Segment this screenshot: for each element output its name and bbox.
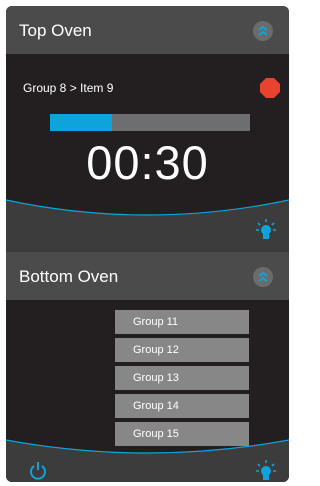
group-item[interactable]: Group 13 (115, 366, 249, 390)
top-oven-collapse-button[interactable] (253, 21, 273, 41)
cook-progress-bar (50, 114, 250, 131)
oven-control-frame: Top Oven Group 8 > Item 9 00:30 Bottom O… (6, 6, 289, 482)
bottom-oven-divider-curve (6, 439, 289, 458)
group-item[interactable]: Group 12 (115, 338, 249, 362)
top-oven-footer (6, 216, 289, 252)
chevron-double-up-icon (258, 271, 268, 282)
recipe-breadcrumb: Group 8 > Item 9 (23, 81, 114, 95)
cook-timer: 00:30 (86, 136, 209, 189)
group-list: Group 11 Group 12 Group 13 Group 14 Grou… (115, 310, 249, 450)
bottom-oven-header[interactable]: Bottom Oven (6, 252, 289, 300)
group-item[interactable]: Group 14 (115, 394, 249, 418)
light-bulb-icon[interactable] (256, 219, 276, 241)
light-bulb-icon[interactable] (256, 460, 276, 482)
bottom-oven-footer (6, 456, 289, 482)
bottom-oven-title: Bottom Oven (19, 267, 119, 286)
chevron-double-up-icon (258, 25, 268, 36)
stop-octagon-icon[interactable] (259, 77, 281, 99)
power-icon[interactable] (28, 461, 48, 481)
top-oven-header[interactable]: Top Oven (6, 6, 289, 54)
bottom-oven-collapse-button[interactable] (253, 267, 273, 287)
group-item[interactable]: Group 11 (115, 310, 249, 334)
cook-progress-fill (50, 114, 112, 131)
top-oven-title: Top Oven (19, 21, 92, 40)
